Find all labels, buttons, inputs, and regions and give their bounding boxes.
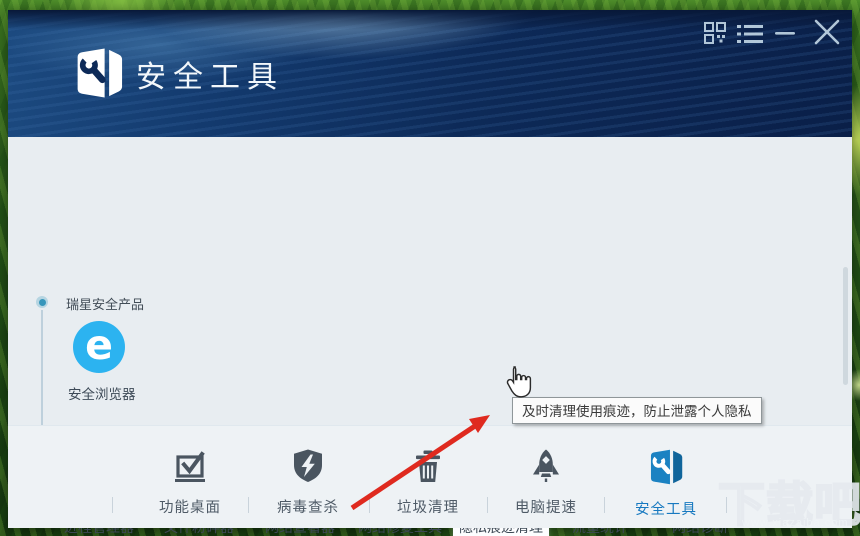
nav-divider <box>112 497 113 513</box>
desktop-check-icon <box>171 451 209 488</box>
qr-code-icon[interactable] <box>703 21 727 45</box>
tool-label: 安全浏览器 <box>68 387 136 402</box>
nav-item-security-tools[interactable]: 安全工具 <box>611 448 721 519</box>
nav-divider <box>726 497 727 513</box>
rocket-icon <box>527 449 565 488</box>
safe-browser-e-icon: e <box>73 321 125 373</box>
nav-item-pc-speedup[interactable]: 电脑提速 <box>491 448 601 517</box>
window-header: 安全工具 <box>8 10 852 137</box>
tools-content-area: 瑞星安全产品 系统优化产品 e 安全浏览器 进程管理器 <box>8 137 852 536</box>
hand-pointer-icon <box>506 366 532 398</box>
close-icon[interactable] <box>812 18 842 46</box>
nav-label: 安全工具 <box>635 502 697 518</box>
nav-label: 电脑提速 <box>515 500 577 516</box>
timeline-connector <box>41 310 43 441</box>
menu-list-icon[interactable] <box>737 24 763 44</box>
nav-divider <box>604 497 605 513</box>
page-title: 安全工具 <box>136 61 284 94</box>
minimize-icon[interactable] <box>774 23 796 43</box>
tooltip: 及时清理使用痕迹，防止泄露个人隐私 <box>512 397 762 424</box>
toolbox-wrench-icon <box>72 46 126 100</box>
toolbox-wrench-icon <box>647 449 685 490</box>
tool-safe-browser[interactable]: e 安全浏览器 <box>68 321 136 403</box>
nav-label: 功能桌面 <box>159 500 221 516</box>
section-title-rising-products: 瑞星安全产品 <box>66 297 145 312</box>
annotation-arrow <box>350 415 490 511</box>
nav-item-function-desktop[interactable]: 功能桌面 <box>135 448 245 517</box>
scrollbar-thumb[interactable] <box>843 267 848 385</box>
section-bullet <box>36 296 48 308</box>
shield-bolt-icon <box>289 449 327 488</box>
nav-divider <box>248 497 249 513</box>
